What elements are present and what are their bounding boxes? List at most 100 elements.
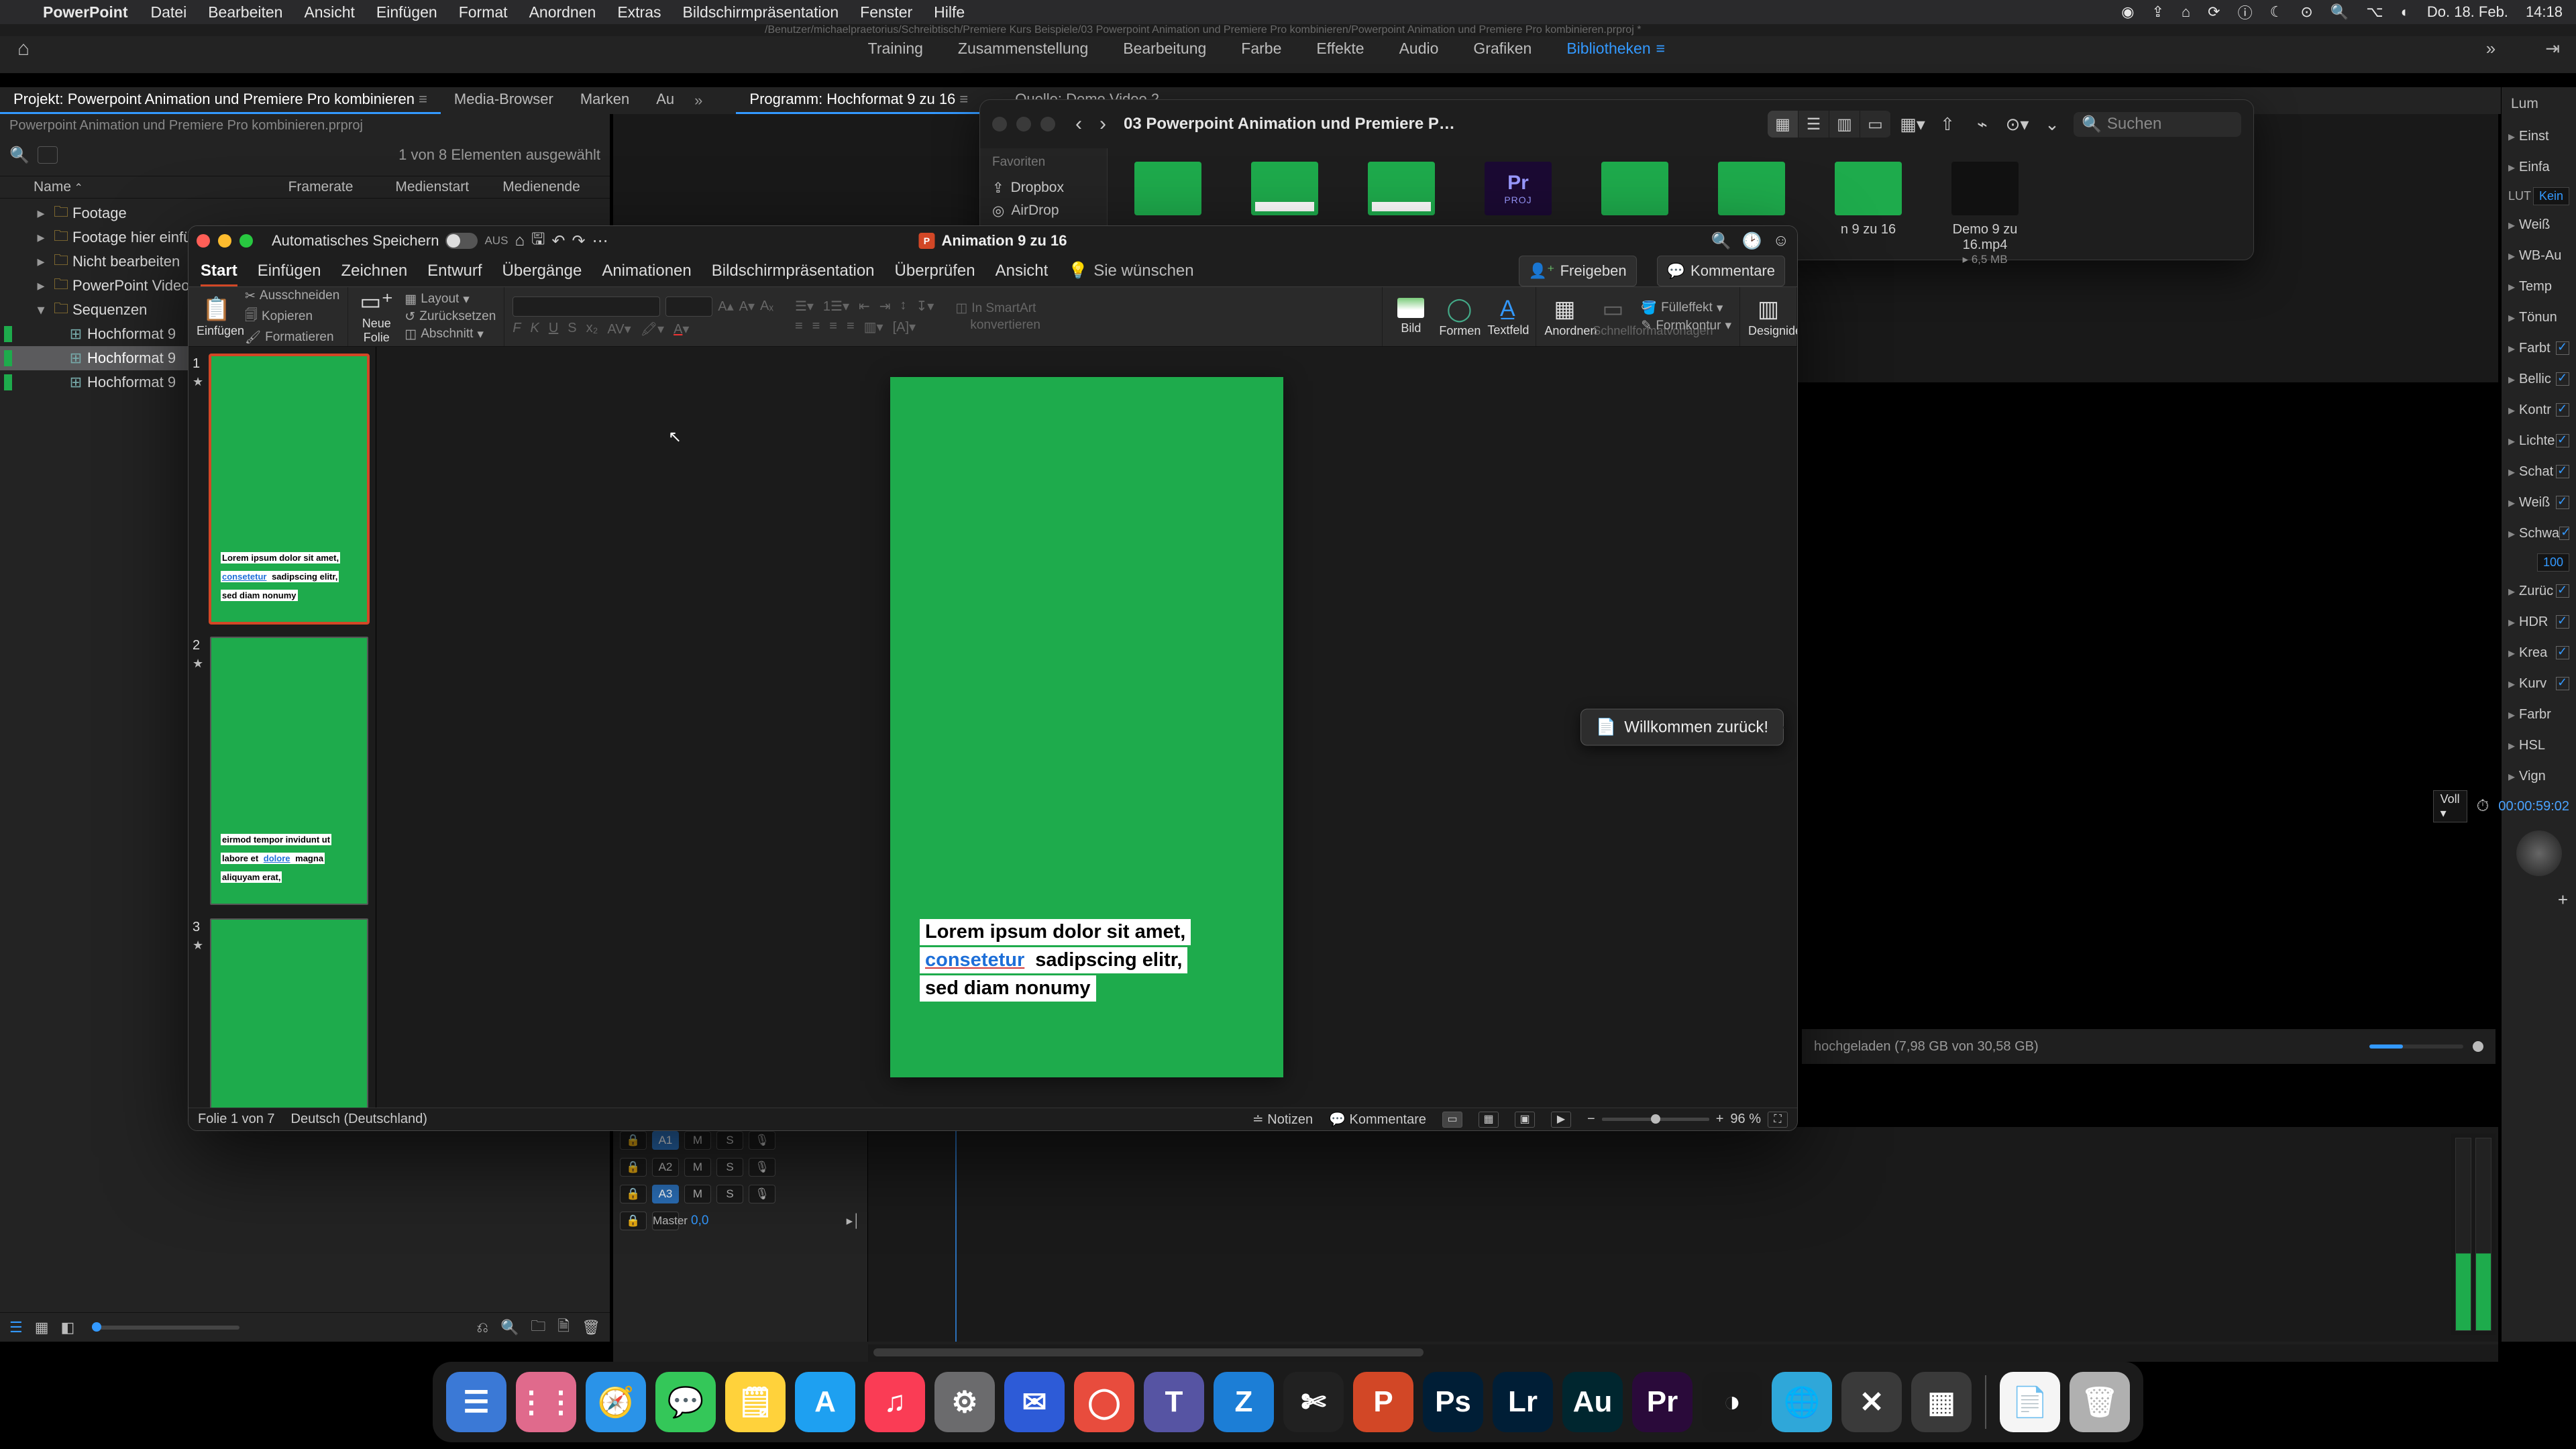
cc-icon[interactable]: ⟳ (2208, 3, 2220, 21)
col-medienstart[interactable]: Medienstart (395, 179, 502, 195)
icon-view-icon[interactable]: ▦ (35, 1319, 49, 1336)
track-toggle[interactable]: 🎙 (749, 1158, 775, 1177)
lumetri-section[interactable]: ▸Einfa (2502, 152, 2576, 182)
account-icon[interactable]: ☺ (1772, 231, 1789, 250)
col-name[interactable]: Name (34, 179, 288, 195)
delete-icon[interactable]: 🗑 (582, 1319, 600, 1336)
color-wheel[interactable] (2516, 830, 2562, 876)
lumetri-section[interactable]: ▸WB-Au (2502, 240, 2576, 271)
lumetri-section[interactable]: ▸Farbr (2502, 699, 2576, 730)
lumetri-section[interactable]: ▸Tönun (2502, 302, 2576, 333)
more-icon[interactable]: ⋯ (592, 231, 608, 251)
track-toggle[interactable]: 🎙 (749, 1131, 775, 1150)
indent-less-icon[interactable]: ⇤ (859, 298, 870, 315)
dock-app[interactable]: 🧭 (586, 1372, 646, 1432)
hdr-input[interactable]: 100 (2537, 553, 2569, 572)
fit-to-window-icon[interactable]: ⛶ (1768, 1112, 1788, 1128)
slide-textbox[interactable]: Lorem ipsum dolor sit amet,consetetur sa… (920, 917, 1243, 1004)
checkbox-icon[interactable] (2556, 646, 2569, 659)
track-toggle[interactable]: M (684, 1131, 711, 1150)
lumetri-section[interactable]: ▸HDR (2502, 606, 2576, 637)
italic-icon[interactable]: K (530, 321, 539, 337)
back-button[interactable]: ‹ (1075, 113, 1082, 136)
dock-app[interactable]: 📄 (2000, 1372, 2060, 1432)
lumetri-section[interactable]: ▸HSL (2502, 730, 2576, 761)
quick-styles-button[interactable]: ▭Schnellformatvorlagen (1593, 296, 1633, 338)
slide-thumbnail[interactable]: 3★ (194, 918, 370, 1108)
font-family-combo[interactable] (513, 297, 660, 317)
lumetri-section[interactable]: ▸Kurv (2502, 668, 2576, 699)
track-toggle[interactable]: M (684, 1158, 711, 1177)
undo-icon[interactable]: ↶ (551, 231, 565, 251)
dock-app[interactable]: 🗑 (2070, 1372, 2130, 1432)
col-framerate[interactable]: Framerate (288, 179, 396, 195)
sidebar-item-dropbox[interactable]: ⇪Dropbox (992, 176, 1095, 199)
track-toggle[interactable]: S (716, 1131, 743, 1150)
lumetri-section[interactable]: ▸Einst (2502, 121, 2576, 152)
lumetri-section[interactable]: ▸Vign (2502, 761, 2576, 792)
slide-thumbnail[interactable]: 2★eirmod tempor invidunt utlabore et dol… (194, 637, 370, 905)
thumbnail-zoom-slider[interactable] (92, 1326, 239, 1330)
increase-font-icon[interactable]: A▴ (718, 298, 733, 315)
workspace-effekte[interactable]: Effekte (1316, 40, 1364, 58)
arrange-button[interactable]: ▦Anordnen (1544, 296, 1585, 338)
search-icon[interactable]: 🔍 (1711, 231, 1731, 251)
workspace-overflow[interactable]: » (2486, 38, 2529, 59)
track-toggle[interactable]: S (716, 1158, 743, 1177)
tab-bildschirmpraesentation[interactable]: Bildschirmpräsentation (712, 256, 875, 286)
justify-icon[interactable]: ≡ (847, 319, 855, 335)
history-icon[interactable]: 🕑 (1742, 231, 1762, 251)
zoom-value[interactable]: 96 % (1730, 1112, 1761, 1127)
premiere-home-button[interactable]: ⌂ (0, 38, 47, 60)
menubar-icon[interactable]: ⓘ (2238, 1, 2253, 23)
siri-icon[interactable]: ◐ (2401, 3, 2410, 21)
columns-icon[interactable]: ▥▾ (864, 319, 883, 335)
smartart-button[interactable]: ◫In SmartArt (955, 301, 1040, 316)
tab-animationen[interactable]: Animationen (602, 256, 691, 286)
dock-app[interactable]: 🌐 (1772, 1372, 1832, 1432)
line-spacing-icon[interactable]: ↕ (900, 298, 907, 315)
checkbox-icon[interactable] (2556, 615, 2569, 629)
add-icon[interactable]: + (2502, 885, 2576, 914)
autosave-toggle[interactable] (445, 233, 478, 249)
section-button[interactable]: ◫Abschnitt ▾ (405, 327, 496, 342)
mac-menu-anordnen[interactable]: Anordnen (519, 3, 607, 21)
menubar-icon[interactable]: ◉ (2121, 3, 2134, 21)
gallery-view-icon[interactable]: ▭ (1860, 111, 1891, 138)
lock-icon[interactable]: 🔒 (620, 1158, 647, 1177)
panel-overflow-icon[interactable]: » (694, 92, 702, 109)
media-browser-tab[interactable]: Media-Browser (441, 87, 567, 114)
dock-app[interactable]: Pr (1632, 1372, 1693, 1432)
char-spacing-icon[interactable]: AV▾ (607, 321, 631, 337)
timeline-tracks[interactable] (868, 1127, 2498, 1342)
font-color-icon[interactable]: A▾ (674, 321, 689, 337)
comments-button[interactable]: 💬Kommentare (1657, 256, 1785, 286)
lumetri-section[interactable]: ▸Bellic (2502, 364, 2576, 394)
text-direction-icon[interactable]: ↧▾ (916, 298, 934, 315)
dock-app[interactable]: T (1144, 1372, 1204, 1432)
lumetri-section[interactable]: ▸Weiß (2502, 209, 2576, 240)
lumetri-section[interactable]: ▸Lichte (2502, 425, 2576, 456)
lumetri-section[interactable]: ▸Kontr (2502, 394, 2576, 425)
sidebar-item-airdrop[interactable]: ◎AirDrop (992, 199, 1095, 222)
tab-start[interactable]: Start (201, 256, 237, 286)
dock-app[interactable]: ◑ (1702, 1372, 1762, 1432)
wifi-icon[interactable]: ⊙ (2300, 3, 2312, 21)
timeline-scrollbar[interactable] (868, 1344, 2498, 1362)
moon-icon[interactable]: ☾ (2270, 3, 2284, 21)
tab-zeichnen[interactable]: Zeichnen (341, 256, 407, 286)
home-icon[interactable]: ⌂ (515, 231, 525, 250)
bin-icon[interactable] (38, 146, 58, 164)
auto-sequence-icon[interactable]: ⎌ (476, 1319, 488, 1336)
slideshow-view-icon[interactable]: ▶ (1551, 1112, 1571, 1128)
mac-menu-format[interactable]: Format (448, 3, 519, 21)
track-toggle[interactable]: M (684, 1185, 711, 1203)
project-item[interactable]: ▸🗀Footage (0, 201, 610, 225)
dock-app[interactable]: 💬 (655, 1372, 716, 1432)
reading-view-icon[interactable]: ▣ (1515, 1112, 1535, 1128)
checkbox-icon[interactable] (2559, 527, 2569, 540)
shape-fill-button[interactable]: 🪣Fülleffekt ▾ (1641, 300, 1731, 316)
zoom-in-button[interactable]: + (1716, 1112, 1724, 1127)
project-panel-tab[interactable]: Projekt: Powerpoint Animation und Premie… (0, 87, 441, 114)
slide-thumbnail[interactable]: 1★Lorem ipsum dolor sit amet,consetetur … (194, 355, 370, 623)
